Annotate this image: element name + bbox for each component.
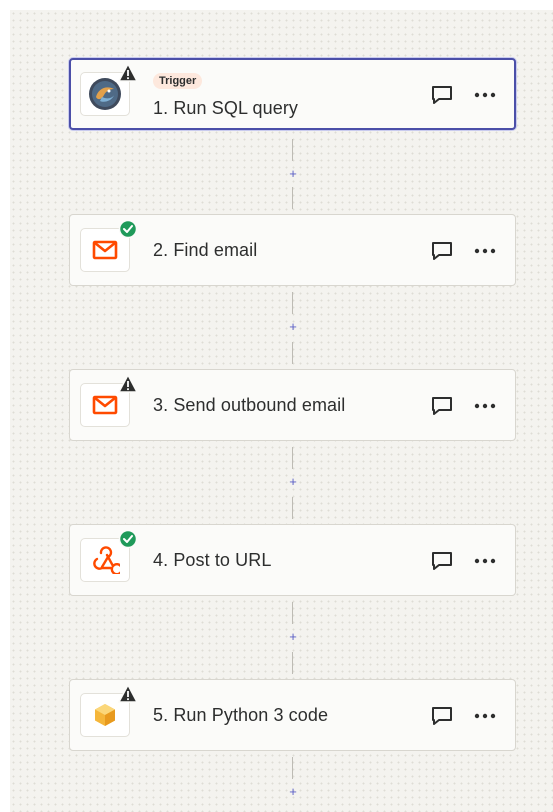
add-step-button[interactable]: + bbox=[286, 475, 300, 489]
step-title: 3. Send outbound email bbox=[153, 395, 346, 415]
email-icon bbox=[80, 219, 138, 272]
more-options-icon[interactable] bbox=[470, 394, 500, 418]
step-2-card[interactable]: 2. Find email bbox=[69, 214, 516, 286]
step-3-card[interactable]: 3. Send outbound email bbox=[69, 369, 516, 441]
step-5-card[interactable]: 5. Run Python 3 code bbox=[69, 679, 516, 751]
connector: + bbox=[289, 600, 297, 677]
warning-icon bbox=[117, 373, 139, 394]
comment-icon[interactable] bbox=[430, 704, 454, 728]
step-title: 5. Run Python 3 code bbox=[153, 705, 329, 725]
workflow-canvas[interactable]: Trigger 1. Run SQL query + 2. Find email… bbox=[10, 10, 553, 812]
comment-icon[interactable] bbox=[430, 549, 454, 573]
add-step-button[interactable]: + bbox=[286, 785, 300, 799]
mysql-icon bbox=[80, 62, 139, 116]
trigger-badge: Trigger bbox=[153, 73, 203, 89]
more-options-icon[interactable] bbox=[470, 239, 500, 263]
webhook-icon bbox=[80, 529, 138, 582]
step-title: 4. Post to URL bbox=[153, 550, 272, 570]
step-title: 2. Find email bbox=[153, 240, 258, 260]
connector: + bbox=[289, 445, 297, 522]
step-title: 1. Run SQL query bbox=[153, 98, 299, 118]
more-options-icon[interactable] bbox=[470, 83, 500, 107]
add-step-button[interactable]: + bbox=[286, 167, 300, 181]
comment-icon[interactable] bbox=[430, 239, 454, 263]
more-options-icon[interactable] bbox=[470, 549, 500, 573]
code-icon bbox=[80, 683, 139, 737]
connector: + bbox=[289, 137, 297, 212]
check-icon bbox=[118, 529, 138, 549]
step-4-card[interactable]: 4. Post to URL bbox=[69, 524, 516, 596]
comment-icon[interactable] bbox=[430, 394, 454, 418]
connector: + bbox=[289, 290, 297, 367]
warning-icon bbox=[117, 683, 139, 704]
email-icon bbox=[80, 373, 139, 427]
check-icon bbox=[118, 219, 138, 239]
more-options-icon[interactable] bbox=[470, 704, 500, 728]
add-step-button[interactable]: + bbox=[286, 630, 300, 644]
add-step-button[interactable]: + bbox=[286, 320, 300, 334]
step-1-card[interactable]: Trigger 1. Run SQL query bbox=[69, 58, 516, 130]
connector: + bbox=[289, 755, 297, 812]
comment-icon[interactable] bbox=[430, 83, 454, 107]
warning-icon bbox=[117, 62, 139, 83]
